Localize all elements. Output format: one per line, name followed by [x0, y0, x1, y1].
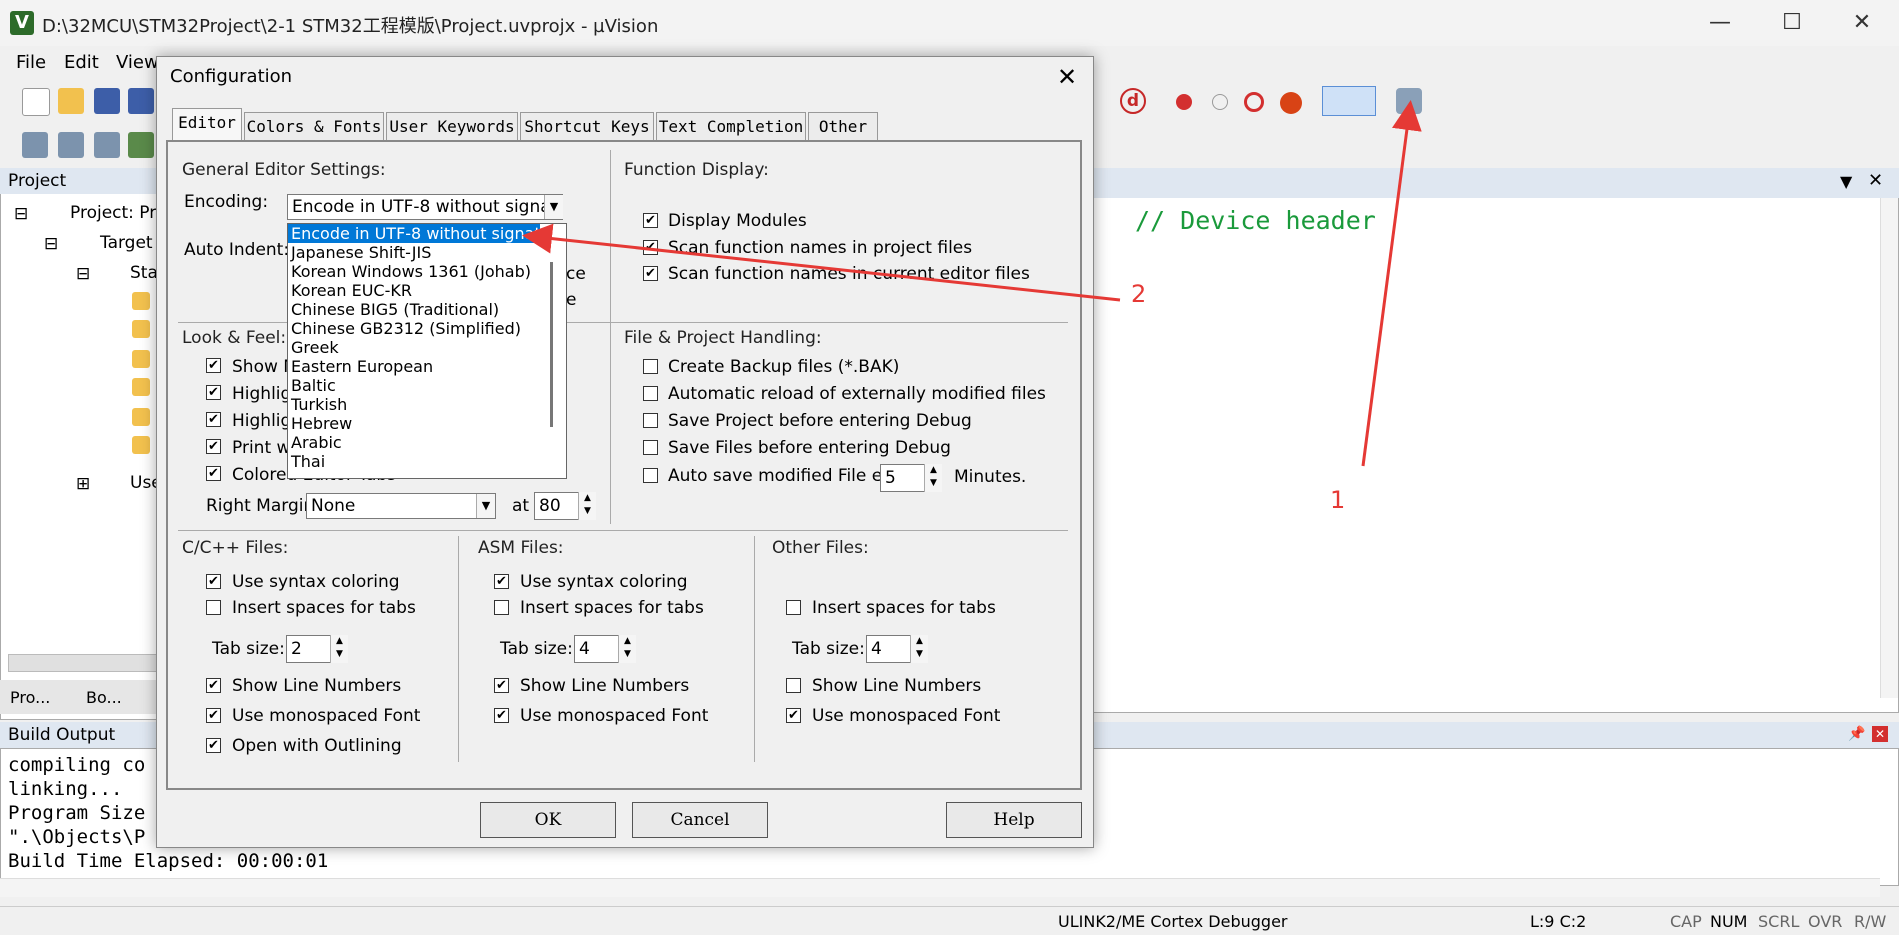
annotation-arrow-2	[522, 223, 1121, 302]
annotation-overlay	[522, 100, 1422, 467]
annotation-arrow-1	[1361, 100, 1422, 467]
annotation-label-2: 2	[1131, 280, 1147, 308]
annotation-label-1: 1	[1330, 486, 1346, 514]
